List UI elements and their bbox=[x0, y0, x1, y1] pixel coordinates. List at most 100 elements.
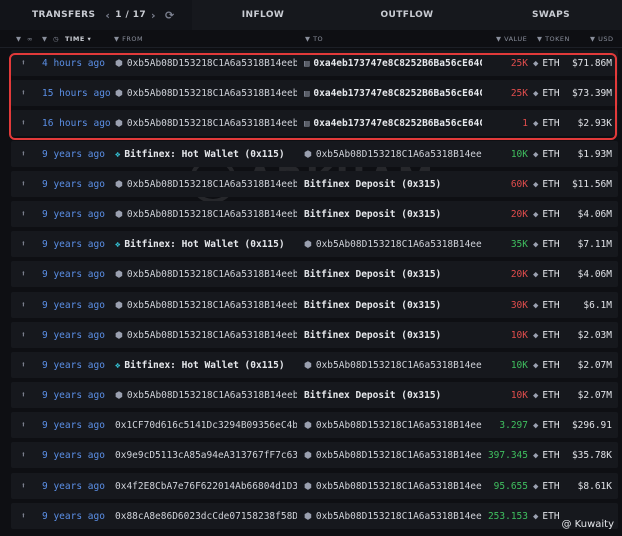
from-label: Bitfinex: Hot Wallet (0x115) bbox=[124, 359, 285, 371]
from-address[interactable]: ❖ Bitfinex: Hot Wallet (0x115) bbox=[115, 149, 297, 160]
to-address[interactable]: Bitfinex Deposit (0x315) bbox=[304, 209, 482, 220]
chevron-right-icon[interactable]: › bbox=[151, 9, 156, 22]
to-address[interactable]: ⬢ 0xb5Ab08D153218C1A6a5318B14eeb… bbox=[304, 450, 482, 461]
from-address[interactable]: 0x4f2E8CbA7e76F622014Ab66804d1D33… bbox=[115, 481, 297, 492]
contract-icon: ▤ bbox=[304, 59, 310, 69]
token-cell[interactable]: ◆ ETH bbox=[533, 269, 560, 280]
to-address[interactable]: ⬢ 0xb5Ab08D153218C1A6a5318B14eeb… bbox=[304, 149, 482, 160]
token-cell[interactable]: ◆ ETH bbox=[533, 118, 560, 129]
time-link[interactable]: 9 years ago bbox=[42, 420, 105, 431]
from-address[interactable]: ⬢ 0xb5Ab08D153218C1A6a5318B14eeb… bbox=[115, 330, 297, 341]
table-row[interactable]: ⬆ 9 years ago ❖ Bitfinex: Hot Wallet (0x115… bbox=[11, 140, 618, 167]
column-usd[interactable]: ▼ USD bbox=[590, 35, 613, 43]
time-link[interactable]: 15 hours ago bbox=[42, 88, 111, 99]
time-link[interactable]: 9 years ago bbox=[42, 269, 105, 280]
page-indicator: 1 / 17 bbox=[115, 10, 147, 20]
time-link[interactable]: 9 years ago bbox=[42, 390, 105, 401]
table-row[interactable]: ⬆ 9 years ago ❖ Bitfinex: Hot Wallet (0x115… bbox=[11, 351, 618, 378]
to-address[interactable]: ▤ 0xa4eb173747e8C8252B6Ba56cE64C6… bbox=[304, 58, 482, 69]
column-to[interactable]: ▼ TO bbox=[305, 35, 323, 43]
to-address[interactable]: ⬢ 0xb5Ab08D153218C1A6a5318B14eeb… bbox=[304, 360, 482, 371]
to-address[interactable]: Bitfinex Deposit (0x315) bbox=[304, 330, 482, 341]
time-link[interactable]: 9 years ago bbox=[42, 149, 105, 160]
from-address[interactable]: 0x9e9cD5113cA85a94eA313767fF7c632… bbox=[115, 450, 297, 461]
column-token[interactable]: ▼ TOKEN bbox=[537, 35, 570, 43]
token-cell[interactable]: ◆ ETH bbox=[533, 420, 560, 431]
time-link[interactable]: 4 hours ago bbox=[42, 58, 105, 69]
table-row[interactable]: ⬆ 9 years ago ⬢ 0xb5Ab08D153218C1A6a5318B14… bbox=[11, 170, 618, 197]
token-cell[interactable]: ◆ ETH bbox=[533, 330, 560, 341]
chevron-left-icon[interactable]: ‹ bbox=[105, 9, 110, 22]
token-cell[interactable]: ◆ ETH bbox=[533, 149, 560, 160]
table-row[interactable]: ⬆ 9 years ago ⬢ 0xb5Ab08D153218C1A6a5318B14… bbox=[11, 321, 618, 348]
time-link[interactable]: 9 years ago bbox=[42, 481, 105, 492]
to-address[interactable]: Bitfinex Deposit (0x315) bbox=[304, 179, 482, 190]
token-cell[interactable]: ◆ ETH bbox=[533, 481, 560, 492]
from-address[interactable]: ⬢ 0xb5Ab08D153218C1A6a5318B14eeb… bbox=[115, 209, 297, 220]
time-link[interactable]: 9 years ago bbox=[42, 179, 105, 190]
time-link[interactable]: 9 years ago bbox=[42, 300, 105, 311]
token-cell[interactable]: ◆ ETH bbox=[533, 360, 560, 371]
filter-icon[interactable]: ▼ bbox=[16, 35, 22, 43]
table-row[interactable]: ⬆ 9 years ago 0x9e9cD5113cA85a94eA313767fF… bbox=[11, 442, 618, 469]
token-cell[interactable]: ◆ ETH bbox=[533, 390, 560, 401]
tab-outflow[interactable]: OUTFLOW bbox=[334, 0, 480, 30]
to-address[interactable]: Bitfinex Deposit (0x315) bbox=[304, 300, 482, 311]
table-row[interactable]: ⬆ 9 years ago 0x88cA8e86D6023dcCde07158238… bbox=[11, 502, 618, 529]
time-link[interactable]: 9 years ago bbox=[42, 209, 105, 220]
from-address[interactable]: ⬢ 0xb5Ab08D153218C1A6a5318B14eeb… bbox=[115, 88, 297, 99]
time-filter-icon[interactable]: ▼ bbox=[42, 35, 48, 43]
to-address[interactable]: ⬢ 0xb5Ab08D153218C1A6a5318B14eeb… bbox=[304, 481, 482, 492]
token-cell[interactable]: ◆ ETH bbox=[533, 88, 560, 99]
token-cell[interactable]: ◆ ETH bbox=[533, 511, 560, 522]
column-from[interactable]: ▼ FROM bbox=[114, 35, 143, 43]
eth-icon: ◆ bbox=[533, 300, 539, 311]
table-row[interactable]: ⬆ 4 hours ago ⬢ 0xb5Ab08D153218C1A6a5318B14… bbox=[11, 50, 618, 76]
to-address[interactable]: ⬢ 0xb5Ab08D153218C1A6a5318B14eeb… bbox=[304, 239, 482, 250]
table-row[interactable]: ⬆ 9 years ago ❖ Bitfinex: Hot Wallet (0x115… bbox=[11, 231, 618, 258]
tab-inflow[interactable]: INFLOW bbox=[192, 0, 334, 30]
tab-transfers[interactable]: TRANSFERS ‹ 1 / 17 › ⟳ bbox=[0, 0, 192, 30]
to-address[interactable]: ⬢ 0xb5Ab08D153218C1A6a5318B14eeb… bbox=[304, 420, 482, 431]
time-link[interactable]: 9 years ago bbox=[42, 450, 105, 461]
column-time[interactable]: TIME ▾ bbox=[65, 35, 91, 43]
time-link[interactable]: 9 years ago bbox=[42, 239, 105, 250]
table-row[interactable]: ⬆ 9 years ago 0x1CF70d616c5141Dc3294B09356… bbox=[11, 412, 618, 439]
time-link[interactable]: 16 hours ago bbox=[42, 118, 111, 129]
from-address[interactable]: 0x1CF70d616c5141Dc3294B09356eC4b6… bbox=[115, 420, 297, 431]
from-address[interactable]: ⬢ 0xb5Ab08D153218C1A6a5318B14eeb… bbox=[115, 269, 297, 280]
from-address[interactable]: ❖ Bitfinex: Hot Wallet (0x115) bbox=[115, 360, 297, 371]
from-address[interactable]: 0x88cA8e86D6023dcCde07158238f58D3… bbox=[115, 511, 297, 522]
to-address[interactable]: Bitfinex Deposit (0x315) bbox=[304, 390, 482, 401]
column-value[interactable]: ▼ VALUE bbox=[496, 35, 527, 43]
table-row[interactable]: ⬆ 9 years ago ⬢ 0xb5Ab08D153218C1A6a5318B14… bbox=[11, 261, 618, 288]
table-row[interactable]: ⬆ 16 hours ago ⬢ 0xb5Ab08D153218C1A6a5318B1… bbox=[11, 110, 618, 137]
from-address[interactable]: ⬢ 0xb5Ab08D153218C1A6a5318B14eeb… bbox=[115, 179, 297, 190]
token-cell[interactable]: ◆ ETH bbox=[533, 300, 560, 311]
tab-swaps[interactable]: SWAPS bbox=[480, 0, 622, 30]
token-cell[interactable]: ◆ ETH bbox=[533, 239, 560, 250]
time-link[interactable]: 9 years ago bbox=[42, 511, 105, 522]
table-row[interactable]: ⬆ 15 hours ago ⬢ 0xb5Ab08D153218C1A6a5318B1… bbox=[11, 80, 618, 107]
token-cell[interactable]: ◆ ETH bbox=[533, 179, 560, 190]
time-link[interactable]: 9 years ago bbox=[42, 330, 105, 341]
to-address[interactable]: ⬢ 0xb5Ab08D153218C1A6a5318B14eeb… bbox=[304, 511, 482, 522]
token-cell[interactable]: ◆ ETH bbox=[533, 209, 560, 220]
link-icon[interactable]: ∞ bbox=[27, 35, 33, 43]
token-cell[interactable]: ◆ ETH bbox=[533, 58, 560, 69]
from-address[interactable]: ⬢ 0xb5Ab08D153218C1A6a5318B14eeb… bbox=[115, 390, 297, 401]
from-address[interactable]: ⬢ 0xb5Ab08D153218C1A6a5318B14eeb… bbox=[115, 300, 297, 311]
refresh-icon[interactable]: ⟳ bbox=[165, 9, 175, 22]
table-row[interactable]: ⬆ 9 years ago ⬢ 0xb5Ab08D153218C1A6a5318B14… bbox=[11, 291, 618, 318]
token-cell[interactable]: ◆ ETH bbox=[533, 450, 560, 461]
table-row[interactable]: ⬆ 9 years ago ⬢ 0xb5Ab08D153218C1A6a5318B14… bbox=[11, 200, 618, 227]
to-address[interactable]: ▤ 0xa4eb173747e8C8252B6Ba56cE64C6… bbox=[304, 88, 482, 99]
from-address[interactable]: ❖ Bitfinex: Hot Wallet (0x115) bbox=[115, 239, 297, 250]
table-row[interactable]: ⬆ 9 years ago ⬢ 0xb5Ab08D153218C1A6a5318B14… bbox=[11, 382, 618, 409]
to-address[interactable]: Bitfinex Deposit (0x315) bbox=[304, 269, 482, 280]
from-address[interactable]: ⬢ 0xb5Ab08D153218C1A6a5318B14eeb… bbox=[115, 58, 297, 69]
table-row[interactable]: ⬆ 9 years ago 0x4f2E8CbA7e76F622014Ab66804… bbox=[11, 472, 618, 499]
from-address[interactable]: ⬢ 0xb5Ab08D153218C1A6a5318B14eeb… bbox=[115, 118, 297, 129]
to-address[interactable]: ▤ 0xa4eb173747e8C8252B6Ba56cE64C6… bbox=[304, 118, 482, 129]
time-link[interactable]: 9 years ago bbox=[42, 360, 105, 371]
